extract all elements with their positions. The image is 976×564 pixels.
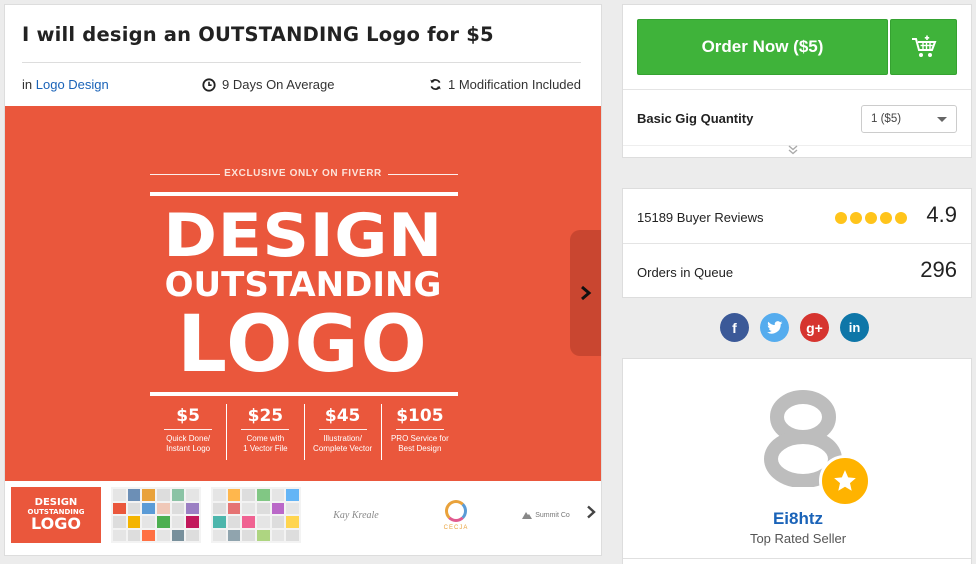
twitter-icon[interactable] (760, 313, 789, 342)
clock-icon (202, 77, 216, 92)
reviews-label[interactable]: 15189 Buyer Reviews (637, 210, 763, 225)
thumbnail-text: CECJA (443, 524, 469, 531)
thumbnail-text: LOGO (31, 514, 81, 533)
chevron-right-icon (580, 285, 591, 301)
hero-bottom-bar (150, 392, 458, 396)
package-underline (164, 429, 213, 430)
hero-top-bar (150, 192, 458, 196)
package-item: $105 PRO Service for Best Design (380, 404, 458, 460)
reviews-row: 15189 Buyer Reviews 4.9 (623, 189, 971, 244)
thumbnail-logo-icon (445, 499, 467, 522)
category-prefix: in (22, 77, 33, 92)
chevron-right-icon (587, 505, 596, 519)
star-icon (834, 470, 856, 491)
package-desc: Instant Logo (166, 444, 211, 453)
package-item: $5 Quick Done/ Instant Logo (150, 404, 226, 460)
order-now-button[interactable]: Order Now ($5) (637, 19, 888, 75)
order-panel: Order Now ($5) Basic Gig Quantity 1 ($5) (622, 4, 972, 158)
thumbnails-next-button[interactable] (586, 505, 596, 524)
thumbnail-text: Kay Kreale (333, 509, 379, 521)
gig-category: in Logo Design (22, 77, 109, 92)
seller-card: Ei8htz Top Rated Seller (622, 358, 972, 564)
seller-divider (623, 558, 971, 559)
thumbnail-1[interactable]: DESIGN OUTSTANDING LOGO (11, 487, 101, 543)
refresh-icon (430, 79, 441, 90)
package-prices: $5 Quick Done/ Instant Logo $25 Come wit… (150, 404, 458, 460)
package-desc: Best Design (398, 444, 442, 453)
modifications-info: 1 Modification Included (429, 77, 581, 92)
package-desc: PRO Service for (390, 434, 449, 443)
thumbnail-text: Summit Co (535, 511, 570, 519)
package-price: $105 (396, 406, 444, 426)
queue-value: 296 (920, 257, 957, 282)
seller-name-link[interactable]: Ei8htz (623, 509, 973, 529)
package-price: $5 (176, 406, 200, 426)
gig-main-panel: I will design an OUTSTANDING Logo for $5… (4, 4, 602, 556)
thumbnail-5[interactable]: CECJA (411, 487, 501, 543)
mountain-icon (522, 512, 533, 519)
rating-value: 4.9 (926, 202, 957, 227)
gig-stats-panel: 15189 Buyer Reviews 4.9 Orders in Queue … (622, 188, 972, 298)
package-item: $25 Come with 1 Vector File (226, 404, 303, 460)
package-desc: Illustration/ (323, 434, 362, 443)
thumbnail-3[interactable] (211, 487, 301, 543)
googleplus-icon[interactable]: g+ (800, 313, 829, 342)
modifications-text: 1 Modification Included (448, 77, 581, 92)
hero-heading-design: DESIGN (163, 201, 443, 271)
package-desc: Complete Vector (313, 444, 373, 453)
quantity-select[interactable]: 1 ($5) (861, 105, 957, 133)
thumbnail-4[interactable]: Kay Kreale (311, 487, 401, 543)
gig-meta-bar: in Logo Design 9 Days On Average 1 Modif… (22, 77, 581, 97)
package-price: $45 (324, 406, 361, 426)
package-desc: Come with (246, 434, 285, 443)
twitter-bird-icon (766, 321, 782, 334)
exclusive-line-right (388, 174, 458, 175)
quantity-value: 1 ($5) (871, 113, 902, 125)
social-share-bar: f g+ in (720, 313, 869, 342)
package-desc: 1 Vector File (243, 444, 288, 453)
gig-title: I will design an OUTSTANDING Logo for $5 (22, 23, 494, 46)
package-item: $45 Illustration/ Complete Vector (303, 404, 381, 460)
facebook-icon[interactable]: f (720, 313, 749, 342)
gallery-next-button[interactable] (570, 230, 601, 356)
rating-stars (835, 212, 907, 224)
queue-label: Orders in Queue (637, 265, 734, 280)
delivery-text: 9 Days On Average (222, 77, 335, 92)
seller-level: Top Rated Seller (749, 531, 847, 546)
hero-heading-outstanding: OUTSTANDING (164, 265, 442, 305)
gallery-thumbnails: DESIGN OUTSTANDING LOGO Kay Kreale CECJA… (5, 481, 601, 553)
chevron-down-icon (937, 117, 947, 122)
package-underline (395, 429, 444, 430)
linkedin-icon[interactable]: in (840, 313, 869, 342)
star-icon (865, 212, 877, 224)
star-icon (880, 212, 892, 224)
star-icon (850, 212, 862, 224)
package-underline (241, 429, 290, 430)
expand-extras-button[interactable] (787, 145, 799, 158)
hero-heading-logo: LOGO (177, 300, 429, 390)
top-rated-badge (819, 455, 871, 507)
order-divider (623, 89, 971, 90)
title-divider (22, 62, 581, 63)
delivery-time: 9 Days On Average (202, 77, 335, 92)
star-icon (895, 212, 907, 224)
star-icon (835, 212, 847, 224)
quantity-label: Basic Gig Quantity (637, 111, 754, 126)
queue-row: Orders in Queue 296 (623, 244, 971, 299)
thumbnail-text: DESIGN (34, 497, 78, 508)
package-desc: Quick Done/ (166, 434, 211, 443)
add-to-cart-button[interactable] (890, 19, 957, 75)
cart-icon (911, 35, 936, 57)
double-chevron-down-icon (788, 145, 798, 155)
thumbnail-2[interactable] (111, 487, 201, 543)
package-price: $25 (247, 406, 284, 426)
exclusive-text: EXCLUSIVE ONLY ON FIVERR (224, 168, 382, 179)
category-link[interactable]: Logo Design (36, 77, 109, 92)
package-underline (318, 429, 367, 430)
thumbnail-6[interactable]: Summit Co (511, 487, 581, 543)
gig-gallery-image[interactable]: EXCLUSIVE ONLY ON FIVERR DESIGN OUTSTAND… (5, 106, 601, 481)
